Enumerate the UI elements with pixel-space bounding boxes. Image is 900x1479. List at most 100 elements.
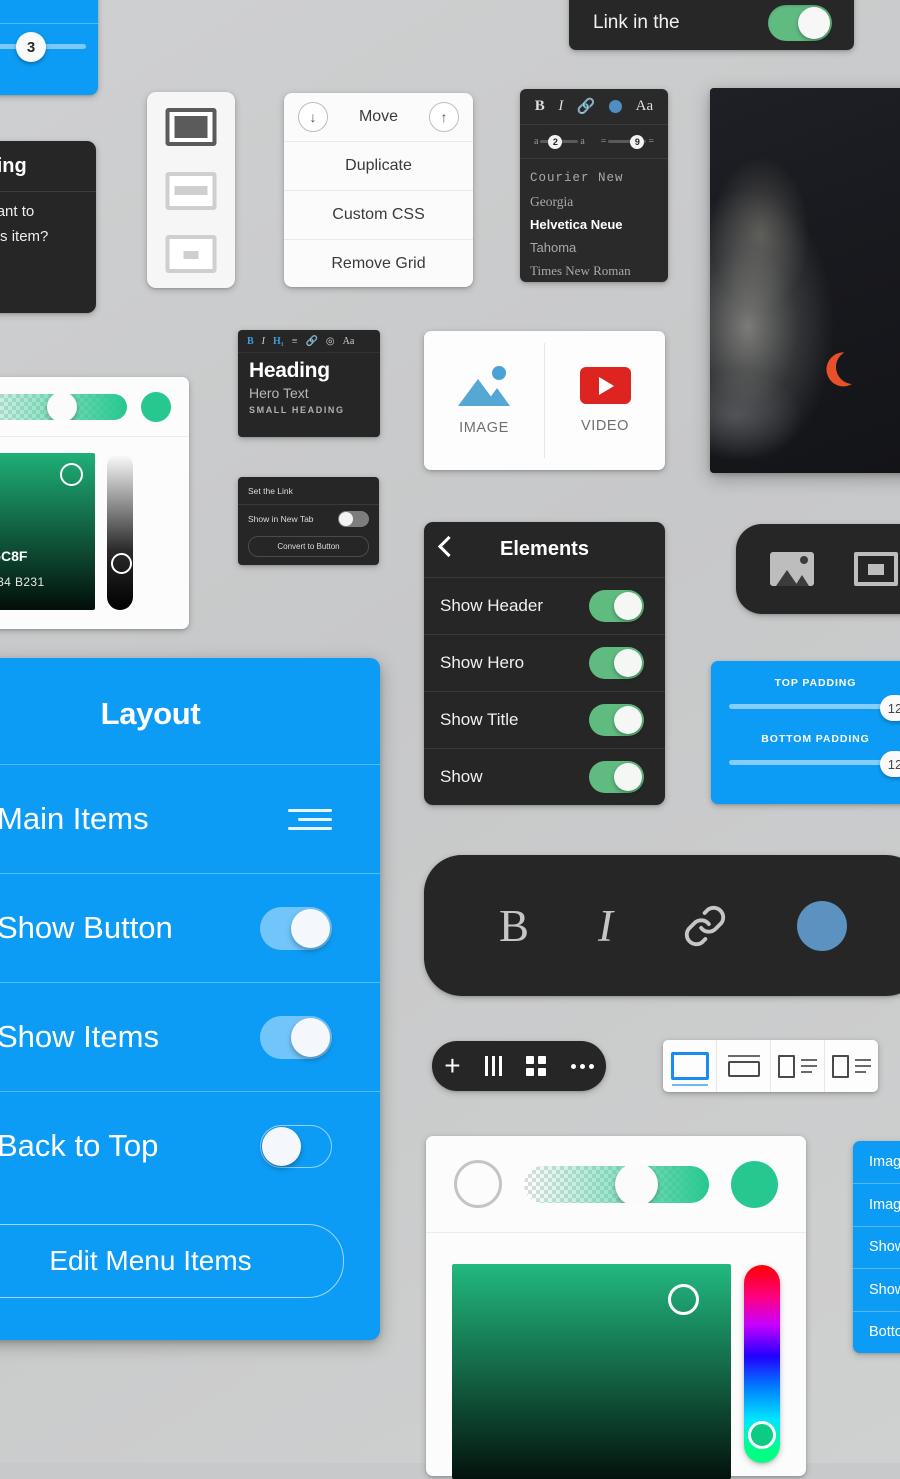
- slider-track[interactable]: 2: [540, 134, 579, 149]
- brightness-slider[interactable]: [107, 453, 133, 610]
- font-option-times[interactable]: Times New Roman: [530, 259, 668, 282]
- small-block-icon[interactable]: [165, 235, 217, 273]
- slider-track[interactable]: 9: [608, 134, 647, 149]
- font-option-tahoma[interactable]: Tahoma: [530, 236, 668, 259]
- show-hero-toggle[interactable]: [589, 647, 644, 679]
- slider-knob[interactable]: 12: [880, 695, 900, 721]
- link-icon[interactable]: 🔗: [577, 97, 596, 116]
- font-size-slider[interactable]: a 2 a: [534, 134, 585, 149]
- media-toolbar: [736, 524, 900, 614]
- chevron-left-icon[interactable]: [437, 535, 460, 558]
- slider-knob[interactable]: 12: [880, 751, 900, 777]
- slider-knob[interactable]: [111, 553, 132, 574]
- font-option-helvetica[interactable]: Helvetica Neue: [530, 213, 668, 236]
- link-in-the-toggle[interactable]: [768, 5, 832, 41]
- view-option-list-right[interactable]: [825, 1040, 878, 1092]
- medium-block-icon[interactable]: [165, 172, 217, 210]
- show-items-toggle[interactable]: [260, 1015, 332, 1059]
- slider-knob[interactable]: 2: [548, 134, 563, 149]
- full-block-icon[interactable]: [165, 108, 217, 146]
- photo-preview[interactable]: [710, 88, 900, 473]
- font-option-courier[interactable]: Courier New: [530, 167, 668, 190]
- video-option[interactable]: VIDEO: [545, 331, 665, 470]
- frame-icon[interactable]: [854, 552, 898, 586]
- ellipsis-icon[interactable]: [570, 1063, 594, 1069]
- elements-header: Elements: [424, 522, 665, 577]
- view-option-list-left[interactable]: [771, 1040, 825, 1092]
- menu-item-remove-grid[interactable]: Remove Grid: [284, 240, 473, 288]
- color-pointer[interactable]: [60, 463, 83, 486]
- alpha-row: [426, 1136, 806, 1233]
- move-up-icon[interactable]: ↑: [429, 102, 459, 132]
- list-item[interactable]: Show: [853, 1268, 900, 1310]
- italic-icon[interactable]: I: [262, 336, 265, 347]
- saturation-value-field[interactable]: #26C8F R22 G34 B231: [0, 453, 95, 610]
- dialog-title: Removing: [0, 155, 27, 177]
- transparent-swatch-icon[interactable]: [454, 1160, 502, 1208]
- columns-slider[interactable]: 3: [0, 32, 98, 62]
- new-tab-toggle[interactable]: [338, 511, 369, 527]
- set-link-title: Set the Link: [248, 486, 293, 496]
- menu-item-duplicate[interactable]: Duplicate: [284, 142, 473, 191]
- h1-icon[interactable]: H₁: [273, 336, 284, 347]
- text-color-swatch-icon[interactable]: [797, 900, 848, 951]
- italic-icon[interactable]: I: [558, 98, 563, 115]
- slider-knob[interactable]: 9: [630, 134, 645, 149]
- list-item[interactable]: Image: [853, 1141, 900, 1183]
- color-swatch-icon[interactable]: [609, 100, 623, 113]
- bold-icon[interactable]: B: [247, 336, 254, 347]
- list-item[interactable]: Show: [853, 1225, 900, 1268]
- list-item[interactable]: Bottom: [853, 1310, 900, 1353]
- text-size-icon[interactable]: Aa: [343, 336, 355, 347]
- bold-icon[interactable]: B: [499, 900, 529, 952]
- convert-to-button[interactable]: Convert to Button: [248, 536, 369, 557]
- hero-text-sample[interactable]: Hero Text: [249, 385, 380, 401]
- show-toggle[interactable]: [589, 761, 644, 793]
- show-title-toggle[interactable]: [589, 704, 644, 736]
- alpha-slider[interactable]: [524, 1165, 709, 1203]
- view-option-boxed[interactable]: [717, 1040, 771, 1092]
- italic-icon[interactable]: I: [598, 900, 613, 952]
- grid-icon[interactable]: [526, 1056, 547, 1076]
- full-width-icon: [670, 1052, 709, 1086]
- back-to-top-toggle[interactable]: [260, 1124, 332, 1168]
- show-header-toggle[interactable]: [589, 590, 644, 622]
- alpha-slider[interactable]: [0, 393, 127, 420]
- slider-knob[interactable]: [46, 393, 77, 420]
- align-icon[interactable]: ≡: [292, 336, 298, 347]
- current-color-swatch[interactable]: [141, 391, 171, 422]
- menu-lines-icon[interactable]: [288, 808, 332, 830]
- top-padding-slider[interactable]: 12: [729, 695, 900, 721]
- color-pointer[interactable]: [668, 1284, 699, 1315]
- move-down-icon[interactable]: ↓: [298, 102, 328, 132]
- slider-track[interactable]: [729, 704, 888, 709]
- link-icon[interactable]: 🔗: [305, 336, 317, 347]
- bold-icon[interactable]: B: [535, 98, 545, 115]
- image-icon[interactable]: [770, 552, 814, 586]
- plus-icon[interactable]: +: [444, 1052, 460, 1080]
- edit-menu-items-button[interactable]: Edit Menu Items: [0, 1224, 344, 1298]
- list-item[interactable]: Image: [853, 1183, 900, 1225]
- link-icon[interactable]: [682, 903, 728, 949]
- image-option[interactable]: IMAGE: [424, 331, 544, 470]
- show-button-toggle[interactable]: [260, 906, 332, 950]
- image-label: IMAGE: [459, 419, 509, 436]
- columns-icon[interactable]: [484, 1056, 502, 1076]
- slider-knob[interactable]: [748, 1421, 776, 1449]
- menu-item-custom-css[interactable]: Custom CSS: [284, 191, 473, 240]
- font-option-georgia[interactable]: Georgia: [530, 190, 668, 213]
- slider-knob[interactable]: 3: [16, 32, 46, 62]
- text-size-icon[interactable]: Aa: [636, 98, 654, 115]
- saturation-value-field[interactable]: [452, 1264, 731, 1479]
- current-color-swatch[interactable]: [731, 1160, 778, 1208]
- bottom-padding-slider[interactable]: 12: [729, 751, 900, 777]
- hue-slider[interactable]: [744, 1265, 780, 1463]
- view-option-full-width[interactable]: [663, 1040, 717, 1092]
- heading-sample[interactable]: Heading: [249, 359, 380, 383]
- small-heading-sample[interactable]: SMALL HEADING: [249, 405, 380, 415]
- line-height-slider[interactable]: = 9 =: [601, 134, 654, 149]
- slider-knob[interactable]: [614, 1165, 658, 1203]
- color-icon[interactable]: ◎: [326, 336, 335, 347]
- slider-track[interactable]: [729, 760, 888, 765]
- layout-row-main-items[interactable]: Main Items: [0, 764, 380, 873]
